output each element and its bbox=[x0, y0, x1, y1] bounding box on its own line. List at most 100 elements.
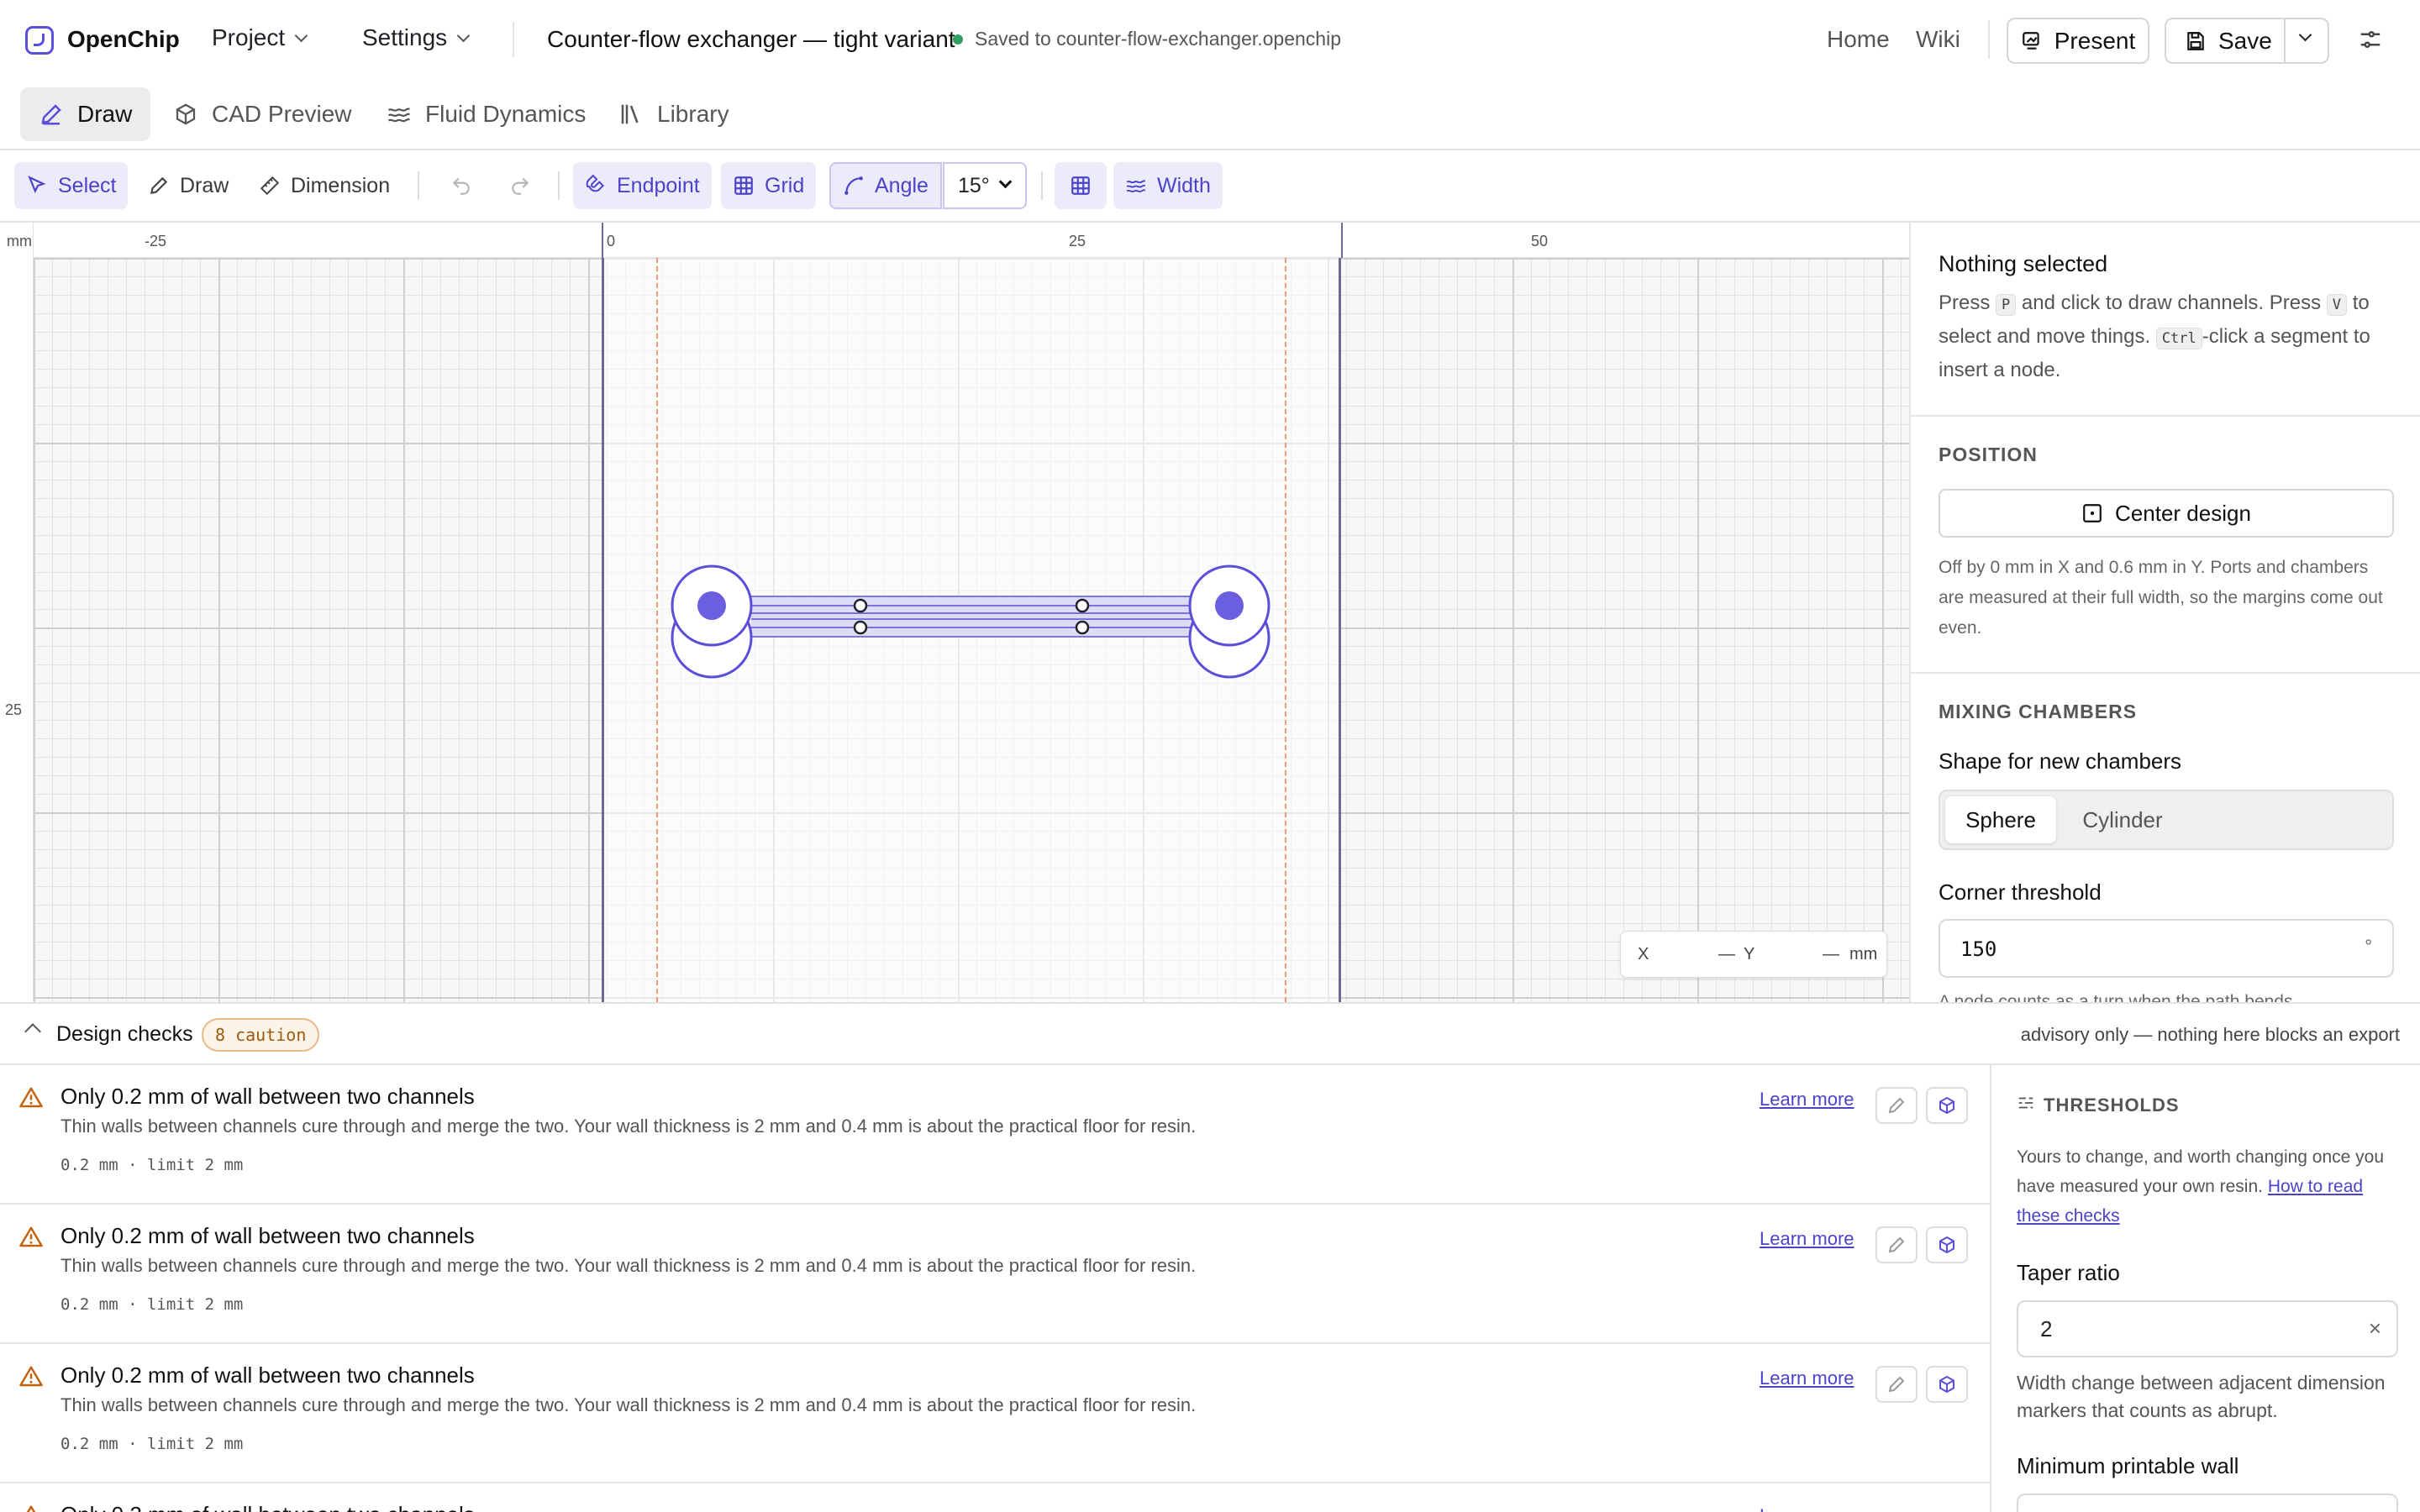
project-menu[interactable]: Project bbox=[212, 24, 308, 51]
chevron-up-icon[interactable] bbox=[24, 1023, 41, 1040]
shape-label: Shape for new chambers bbox=[1939, 748, 2182, 774]
show-in-cad-button[interactable] bbox=[1926, 1226, 1968, 1263]
waves-icon bbox=[387, 108, 410, 123]
check-item: Only 0.2 mm of wall between two channels… bbox=[0, 1205, 1990, 1344]
minimum-wall-label: Minimum printable wall bbox=[2017, 1453, 2239, 1478]
tab-draw[interactable]: Draw bbox=[20, 87, 151, 141]
center-design-label: Center design bbox=[2115, 500, 2251, 526]
coord-x-value: — bbox=[1718, 945, 1735, 963]
show-in-cad-button[interactable] bbox=[1926, 1087, 1968, 1124]
warning-icon bbox=[19, 1366, 43, 1387]
check-measurement: 0.2 mm · limit 2 mm bbox=[60, 1156, 244, 1174]
undo-button[interactable] bbox=[439, 162, 484, 209]
check-measurement: 0.2 mm · limit 2 mm bbox=[60, 1435, 244, 1453]
pencil-icon bbox=[1888, 1376, 1905, 1393]
learn-more-link[interactable]: Learn more bbox=[1760, 1089, 1854, 1110]
taper-ratio-value: 2 bbox=[2040, 1315, 2053, 1341]
dimension-tool[interactable]: Dimension bbox=[247, 162, 402, 209]
table-grid-icon bbox=[1071, 176, 1090, 195]
warning-icon bbox=[19, 1226, 43, 1247]
edit-in-draw-button[interactable] bbox=[1876, 1226, 1918, 1263]
tab-fluid-dynamics[interactable]: Fluid Dynamics bbox=[368, 87, 604, 141]
settings-menu-label: Settings bbox=[362, 24, 448, 50]
pencil-icon bbox=[1888, 1236, 1905, 1253]
port-left[interactable] bbox=[671, 564, 753, 679]
divider bbox=[2284, 19, 2286, 62]
minimum-wall-input[interactable] bbox=[2017, 1494, 2398, 1512]
check-title: Only 0.2 mm of wall between two channels bbox=[60, 1223, 475, 1248]
shape-option-cylinder[interactable]: Cylinder bbox=[2060, 796, 2186, 843]
hint-text: and click to draw channels. Press bbox=[2016, 291, 2327, 314]
check-description: Thin walls between channels cure through… bbox=[60, 1116, 1197, 1137]
channel-drawing[interactable] bbox=[0, 223, 1909, 1002]
endpoint-snap-toggle[interactable]: Endpoint bbox=[573, 162, 712, 209]
check-item: Only 0.2 mm of wall between two channels… bbox=[0, 1065, 1990, 1205]
angle-snap-toggle[interactable]: Angle bbox=[829, 162, 942, 209]
taper-ratio-input[interactable]: 2 × bbox=[2017, 1300, 2398, 1357]
divider bbox=[1988, 20, 1990, 59]
grid-snap-toggle[interactable]: Grid bbox=[721, 162, 817, 209]
shape-segmented-control: Sphere Cylinder bbox=[1939, 790, 2394, 850]
inspector-hint: Press P and click to draw channels. Pres… bbox=[1939, 286, 2392, 387]
angle-step-select[interactable]: 15° bbox=[943, 162, 1027, 209]
preferences-button[interactable] bbox=[2358, 27, 2383, 52]
check-measurement: 0.2 mm · limit 2 mm bbox=[60, 1295, 244, 1314]
redo-button[interactable] bbox=[497, 162, 543, 209]
draw-tool[interactable]: Draw bbox=[136, 162, 240, 209]
grid-display-toggle[interactable] bbox=[1055, 162, 1107, 209]
check-description: Thin walls between channels cure through… bbox=[60, 1394, 1197, 1415]
home-link[interactable]: Home bbox=[1827, 26, 1890, 53]
sliders-icon bbox=[2018, 1097, 2033, 1109]
clear-icon[interactable]: × bbox=[2369, 1315, 2381, 1341]
show-in-cad-button[interactable] bbox=[1926, 1366, 1968, 1403]
edit-in-draw-button[interactable] bbox=[1876, 1366, 1918, 1403]
cube-icon bbox=[1939, 1236, 1954, 1254]
document-title[interactable]: Counter-flow exchanger — tight variant bbox=[547, 26, 955, 53]
settings-menu[interactable]: Settings bbox=[362, 24, 471, 51]
save-options-dropdown[interactable] bbox=[2296, 28, 2321, 50]
save-label: Save bbox=[2218, 27, 2272, 54]
design-canvas[interactable]: -25 0 25 50 mm 25 X — Y — mm bbox=[0, 223, 1909, 1002]
thresholds-heading: THRESHOLDS bbox=[2044, 1095, 2180, 1116]
tab-library[interactable]: Library bbox=[600, 87, 748, 141]
cursor-coordinates: X — Y — mm bbox=[1620, 931, 1887, 978]
tab-library-label: Library bbox=[657, 101, 729, 127]
learn-more-link[interactable]: Learn more bbox=[1760, 1505, 1854, 1512]
taper-ratio-label: Taper ratio bbox=[2017, 1260, 2120, 1285]
learn-more-link[interactable]: Learn more bbox=[1760, 1368, 1854, 1389]
check-description: Thin walls between channels cure through… bbox=[60, 1255, 1197, 1276]
shape-option-sphere[interactable]: Sphere bbox=[1945, 796, 2056, 843]
select-tool[interactable]: Select bbox=[14, 162, 129, 209]
pencil-icon bbox=[41, 104, 61, 125]
check-item: Only 0.2 mm of wall between two channels… bbox=[0, 1344, 1990, 1483]
save-status: Saved to counter-flow-exchanger.openchip bbox=[953, 28, 1341, 50]
sliders-icon bbox=[2360, 31, 2381, 48]
center-design-button[interactable]: Center design bbox=[1939, 489, 2394, 538]
degree-unit: ° bbox=[2365, 936, 2372, 957]
grid-label: Grid bbox=[765, 173, 805, 197]
project-menu-label: Project bbox=[212, 24, 286, 50]
tab-fluid-dynamics-label: Fluid Dynamics bbox=[425, 101, 587, 127]
corner-threshold-label: Corner threshold bbox=[1939, 879, 2102, 905]
edit-in-draw-button[interactable] bbox=[1876, 1087, 1918, 1124]
tab-cad-preview[interactable]: CAD Preview bbox=[155, 87, 370, 141]
position-note: Off by 0 mm in X and 0.6 mm in Y. Ports … bbox=[1939, 558, 2383, 638]
divider bbox=[418, 171, 419, 200]
port-right[interactable] bbox=[1188, 564, 1270, 679]
present-button[interactable]: Present bbox=[2007, 18, 2149, 64]
corner-threshold-input[interactable]: 150 ° bbox=[1939, 919, 2394, 978]
check-title: Only 0.2 mm of wall between two channels bbox=[60, 1502, 475, 1512]
chevron-down-icon bbox=[456, 29, 471, 42]
learn-more-link[interactable]: Learn more bbox=[1760, 1228, 1854, 1250]
wiki-link[interactable]: Wiki bbox=[1916, 26, 1960, 53]
channel-lines[interactable] bbox=[751, 596, 1193, 638]
check-title: Only 0.2 mm of wall between two channels bbox=[60, 1084, 475, 1109]
draw-tool-label: Draw bbox=[180, 173, 229, 197]
library-icon bbox=[621, 104, 639, 124]
width-toggle[interactable]: Width bbox=[1113, 162, 1223, 209]
status-dot-icon bbox=[953, 34, 963, 45]
design-checks-header[interactable]: Design checks 8 caution advisory only — … bbox=[0, 1002, 2420, 1065]
coord-y-value: — bbox=[1823, 945, 1839, 963]
cube-icon bbox=[1939, 1375, 1954, 1394]
select-tool-label: Select bbox=[58, 173, 117, 197]
